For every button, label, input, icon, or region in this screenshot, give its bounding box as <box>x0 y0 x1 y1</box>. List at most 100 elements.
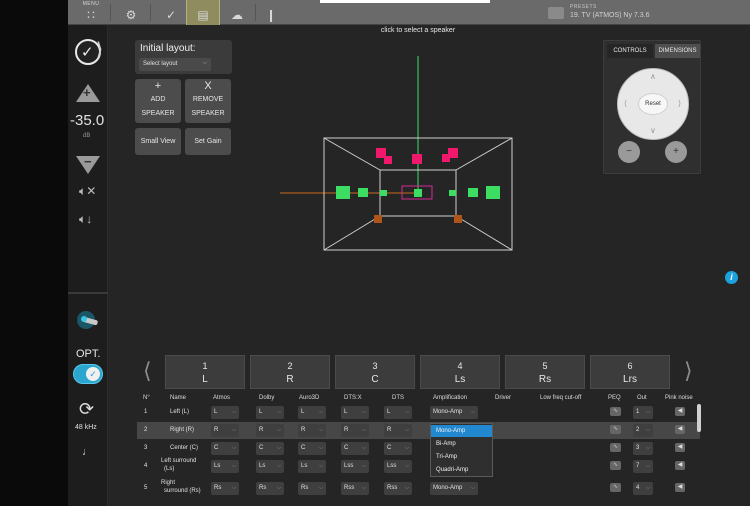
amp-option-tri[interactable]: Tri-Amp <box>431 451 492 463</box>
strip-next-icon[interactable]: ⟩ <box>684 358 693 384</box>
preset-selector[interactable]: PRESETS 19. TV (ATMOS) Ny 7.3.6 <box>546 3 746 23</box>
zoom-in-icon[interactable]: + <box>665 141 687 163</box>
check-button[interactable]: ✓ <box>154 0 188 25</box>
peq-icon[interactable]: ∿ <box>610 425 621 434</box>
mic-button[interactable]: ❙ <box>254 0 288 25</box>
pink-noise-icon[interactable]: ◀ <box>675 443 685 452</box>
row-number: 5 <box>144 485 148 491</box>
peq-icon[interactable]: ∿ <box>610 443 621 452</box>
dtsx-select[interactable]: Lss ⌵ <box>341 460 369 473</box>
speaker-card-l[interactable]: 1L <box>165 355 245 389</box>
arrow-right-icon[interactable]: ⟩ <box>678 99 681 108</box>
input-toggle[interactable]: ✓ <box>73 364 103 384</box>
dolby-select[interactable]: R ⌵ <box>256 424 284 437</box>
chevron-right-icon[interactable]: ⟩ <box>96 39 103 60</box>
dolby-select[interactable]: Ls ⌵ <box>256 460 284 473</box>
speaker-card-ls[interactable]: 4 Ls <box>420 355 500 389</box>
atmos-select[interactable]: C ⌵ <box>211 442 239 455</box>
auro-select[interactable]: L ⌵ <box>298 406 326 419</box>
pink-noise-icon[interactable]: ◀ <box>675 461 685 470</box>
col-peq: PEQ <box>608 395 621 401</box>
pink-noise-icon[interactable]: ◀ <box>675 407 685 416</box>
table-scrollbar[interactable] <box>697 404 701 432</box>
room-button[interactable]: ☁ <box>220 0 254 25</box>
dolby-select[interactable]: L ⌵ <box>256 406 284 419</box>
add-speaker-button[interactable]: + ADD SPEAKER <box>135 79 181 123</box>
speaker-layout-button[interactable]: ▤ <box>186 0 220 25</box>
pink-noise-icon[interactable]: ◀ <box>675 425 685 434</box>
tab-dimensions[interactable]: DIMENSIONS <box>655 44 700 58</box>
table-row[interactable]: 5 Right surround (Rs) Rs ⌵ Rs ⌵ Rs ⌵ Rss ⌵ Rss ⌵ Mono… <box>137 480 700 497</box>
speaker-card-r[interactable]: 2R <box>250 355 330 389</box>
dts-select[interactable]: L ⌵ <box>384 406 412 419</box>
amplification-select[interactable]: Mono-Amp ⌵ <box>430 482 478 495</box>
table-row[interactable]: 1 Left (L) L ⌵ L ⌵ L ⌵ L ⌵ L ⌵ Mono-Amp ⌵ ∿ 1 ⌵ ◀ <box>137 404 700 421</box>
dim-icon[interactable]: 🔈︎↓ <box>79 212 92 227</box>
set-gain-button[interactable]: Set Gain <box>185 128 231 155</box>
table-row[interactable]: 4 Left surround (Ls) Ls ⌵ Ls ⌵ Ls ⌵ Lss ⌵ Lss ⌵ ∿ 7 ⌵ ◀ <box>137 458 700 475</box>
arrow-up-icon[interactable]: ∧ <box>650 72 656 81</box>
auro-select[interactable]: R ⌵ <box>298 424 326 437</box>
amp-option-mono[interactable]: Mono-Amp <box>431 425 492 437</box>
table-row[interactable]: 2Right (R)R⌵R⌵R⌵R⌵R⌵Mono-Amp⌵∿2⌵◀ <box>137 422 700 439</box>
atmos-select[interactable]: Ls ⌵ <box>211 460 239 473</box>
dolby-value: C <box>259 445 264 451</box>
amplification-select[interactable]: Mono-Amp ⌵ <box>430 406 478 419</box>
peq-icon[interactable]: ∿ <box>610 407 621 416</box>
speaker-card-c[interactable]: 3C <box>335 355 415 389</box>
strip-prev-icon[interactable]: ⟨ <box>143 358 152 384</box>
dtsx-select[interactable]: C ⌵ <box>341 442 369 455</box>
speaker-card-code: Rs <box>538 374 552 385</box>
tab-controls[interactable]: CONTROLS <box>607 44 653 58</box>
channels-icon[interactable]: ♩ <box>82 446 93 458</box>
menu-button[interactable]: MENU ∷ <box>74 0 108 25</box>
speaker-room-view[interactable] <box>276 52 516 252</box>
amp-option-quadri[interactable]: Quadri-Amp <box>431 464 492 476</box>
zoom-out-icon[interactable]: − <box>618 141 640 163</box>
camera-dial[interactable]: ∧ ∨ ⟨ ⟩ Reset <box>617 68 689 140</box>
remove-speaker-button[interactable]: X REMOVE SPEAKER <box>185 79 231 123</box>
layout-select[interactable]: Select layout ⌵ <box>139 58 211 71</box>
speaker-height <box>384 156 392 164</box>
small-view-button[interactable]: Small View <box>135 128 181 155</box>
table-row[interactable]: 3 Center (C) C ⌵ C ⌵ C ⌵ C ⌵ C ⌵ ∿ 3 ⌵ ◀ <box>137 440 700 457</box>
mute-icon[interactable]: 🔈︎✕ <box>79 184 96 199</box>
dts-select[interactable]: C ⌵ <box>384 442 412 455</box>
chevron-down-icon: ⌵ <box>232 427 236 433</box>
speaker-card-lrs[interactable]: 6 Lrs <box>590 355 670 389</box>
logo-check-icon: ✓ <box>81 44 94 61</box>
peq-icon[interactable]: ∿ <box>610 461 621 470</box>
out-select[interactable]: 1 ⌵ <box>633 406 653 419</box>
dtsx-select[interactable]: R ⌵ <box>341 424 369 437</box>
info-icon[interactable]: i <box>725 271 738 284</box>
dolby-select[interactable]: C ⌵ <box>256 442 284 455</box>
arrow-left-icon[interactable]: ⟨ <box>624 99 627 108</box>
dolby-select[interactable]: Rs ⌵ <box>256 482 284 495</box>
arrow-down-icon[interactable]: ∨ <box>650 126 656 135</box>
out-select[interactable]: 3 ⌵ <box>633 442 653 455</box>
out-select[interactable]: 7 ⌵ <box>633 460 653 473</box>
dtsx-select[interactable]: L ⌵ <box>341 406 369 419</box>
dts-select[interactable]: Lss ⌵ <box>384 460 412 473</box>
reset-button[interactable]: Reset <box>638 93 668 115</box>
auro-select[interactable]: C ⌵ <box>298 442 326 455</box>
atmos-select[interactable]: R ⌵ <box>211 424 239 437</box>
out-value: 1 <box>636 409 640 415</box>
speaker-card-rs[interactable]: 5 Rs <box>505 355 585 389</box>
atmos-select[interactable]: Rs ⌵ <box>211 482 239 495</box>
sync-icon[interactable]: ⟳ <box>79 399 94 420</box>
chevron-down-icon: ⌵ <box>646 427 650 433</box>
auro-select[interactable]: Rs ⌵ <box>298 482 326 495</box>
peq-icon[interactable]: ∿ <box>610 483 621 492</box>
auro-select[interactable]: Ls ⌵ <box>298 460 326 473</box>
out-select[interactable]: 2 ⌵ <box>633 424 653 437</box>
close-icon: X <box>204 80 212 92</box>
atmos-select[interactable]: L ⌵ <box>211 406 239 419</box>
settings-button[interactable]: ⚙ <box>114 0 148 25</box>
pink-noise-icon[interactable]: ◀ <box>675 483 685 492</box>
dts-select[interactable]: Rss ⌵ <box>384 482 412 495</box>
out-select[interactable]: 4 ⌵ <box>633 482 653 495</box>
dtsx-select[interactable]: Rss ⌵ <box>341 482 369 495</box>
dts-select[interactable]: R ⌵ <box>384 424 412 437</box>
amp-option-bi[interactable]: Bi-Amp <box>431 438 492 450</box>
